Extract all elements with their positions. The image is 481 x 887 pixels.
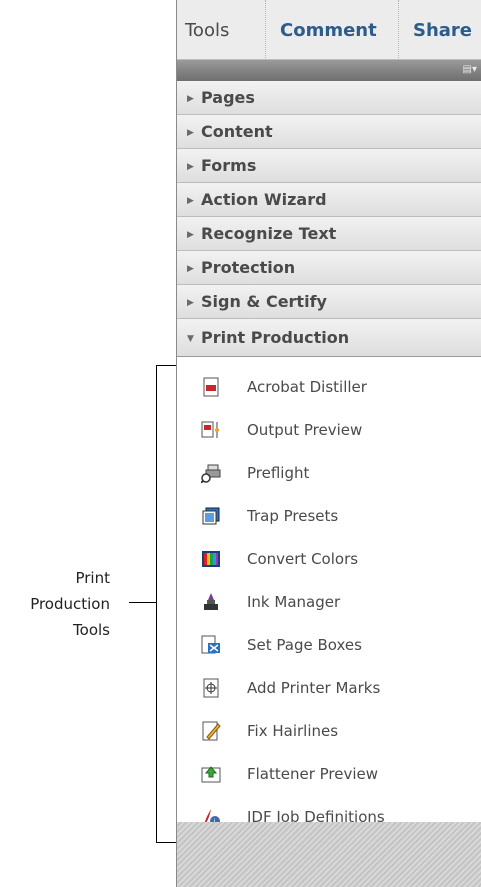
tool-label: Add Printer Marks: [247, 679, 381, 697]
callout-line-3: Tools: [73, 621, 110, 639]
collapsed-arrow-icon: ▶: [187, 230, 194, 240]
section-sign-certify[interactable]: ▶ Sign & Certify: [177, 285, 481, 319]
tab-comment[interactable]: Comment: [265, 0, 398, 60]
panel-options-icon[interactable]: ▤▾: [463, 64, 477, 75]
tool-fix-hairlines[interactable]: Fix Hairlines: [177, 710, 481, 752]
section-action-wizard[interactable]: ▶ Action Wizard: [177, 183, 481, 217]
section-protection[interactable]: ▶ Protection: [177, 251, 481, 285]
tool-flattener-preview[interactable]: Flattener Preview: [177, 753, 481, 795]
section-label: Pages: [201, 88, 255, 107]
preflight-icon: [201, 464, 221, 483]
panel-empty-area: [177, 822, 481, 887]
tool-label: Fix Hairlines: [247, 722, 339, 740]
collapsed-arrow-icon: ▶: [187, 196, 194, 206]
tool-acrobat-distiller[interactable]: Acrobat Distiller: [177, 366, 481, 408]
tool-label: Convert Colors: [247, 550, 359, 568]
section-label: Content: [201, 122, 273, 141]
callout-line-1: Print: [75, 569, 110, 587]
set-page-boxes-icon: [201, 635, 220, 654]
tool-label: Flattener Preview: [247, 765, 379, 783]
tool-trap-presets[interactable]: Trap Presets: [177, 495, 481, 537]
tab-tools[interactable]: Tools: [185, 0, 265, 60]
panel-tabs: Tools Comment Share: [177, 0, 481, 60]
acrobat-distiller-icon: [203, 377, 219, 397]
tool-ink-manager[interactable]: Ink Manager: [177, 581, 481, 623]
ink-manager-icon: [204, 593, 218, 610]
output-preview-icon: [201, 421, 219, 438]
tool-convert-colors[interactable]: Convert Colors: [177, 538, 481, 580]
convert-colors-icon: [202, 551, 220, 567]
tab-share[interactable]: Share: [398, 0, 481, 60]
tool-label: Acrobat Distiller: [247, 378, 367, 396]
tool-label: Set Page Boxes: [247, 636, 362, 654]
tool-label: Preflight: [247, 464, 310, 482]
tool-set-page-boxes[interactable]: Set Page Boxes: [177, 624, 481, 666]
tool-label: Output Preview: [247, 421, 363, 439]
tool-preflight[interactable]: Preflight: [177, 452, 481, 494]
section-content[interactable]: ▶ Content: [177, 115, 481, 149]
expanded-arrow-icon: ▼: [187, 334, 194, 344]
tools-panel: Tools Comment Share ▤▾ ▶ Pages ▶ Content ▶…: [176, 0, 481, 887]
section-forms[interactable]: ▶ Forms: [177, 149, 481, 183]
tool-label: Ink Manager: [247, 593, 341, 611]
collapsed-arrow-icon: ▶: [187, 94, 194, 104]
trap-presets-icon: [202, 507, 220, 525]
callout-tick: [129, 602, 156, 603]
section-recognize-text[interactable]: ▶ Recognize Text: [177, 217, 481, 251]
collapsed-arrow-icon: ▶: [187, 298, 194, 308]
fix-hairlines-icon: [202, 721, 221, 741]
flattener-preview-icon: [201, 766, 221, 783]
tool-output-preview[interactable]: Output Preview: [177, 409, 481, 451]
callout-line-2: Production: [30, 595, 110, 613]
callout-bracket: [156, 365, 178, 843]
section-print-production[interactable]: ▼ Print Production: [177, 319, 481, 357]
tool-add-printer-marks[interactable]: Add Printer Marks: [177, 667, 481, 709]
section-label: Forms: [201, 156, 257, 175]
section-label: Protection: [201, 258, 296, 277]
panel-options-strip: ▤▾: [177, 60, 481, 81]
tool-label: Trap Presets: [247, 507, 339, 525]
section-pages[interactable]: ▶ Pages: [177, 81, 481, 115]
add-printer-marks-icon: [203, 678, 219, 698]
section-label: Action Wizard: [201, 190, 327, 209]
section-label: Sign & Certify: [201, 292, 327, 311]
section-label: Print Production: [201, 328, 350, 347]
section-label: Recognize Text: [201, 224, 337, 243]
collapsed-arrow-icon: ▶: [187, 162, 194, 172]
collapsed-arrow-icon: ▶: [187, 128, 194, 138]
collapsed-arrow-icon: ▶: [187, 264, 194, 274]
